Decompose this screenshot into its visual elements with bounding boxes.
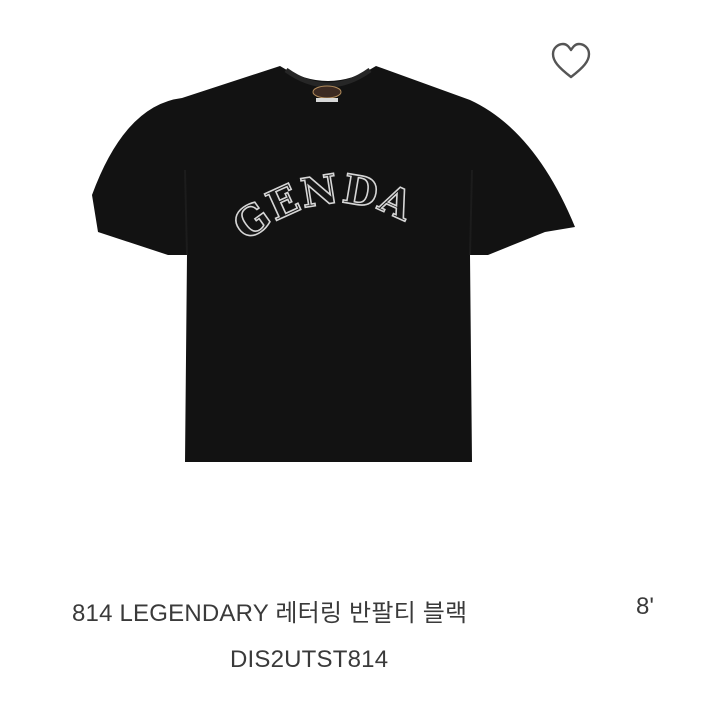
next-product-title-fragment[interactable]: 8' xyxy=(636,593,702,621)
wishlist-heart-icon[interactable] xyxy=(548,40,594,84)
product-card[interactable]: LEGENDARY 814 LEGENDARY 레터링 반팔티 블랙 8' DI… xyxy=(0,0,702,702)
product-title[interactable]: 814 LEGENDARY 레터링 반팔티 블랙 xyxy=(72,593,467,628)
tshirt-shape xyxy=(92,66,575,462)
neck-logo xyxy=(312,85,342,102)
product-sku: DIS2UTST814 xyxy=(230,646,389,673)
product-image[interactable]: LEGENDARY xyxy=(0,0,702,560)
